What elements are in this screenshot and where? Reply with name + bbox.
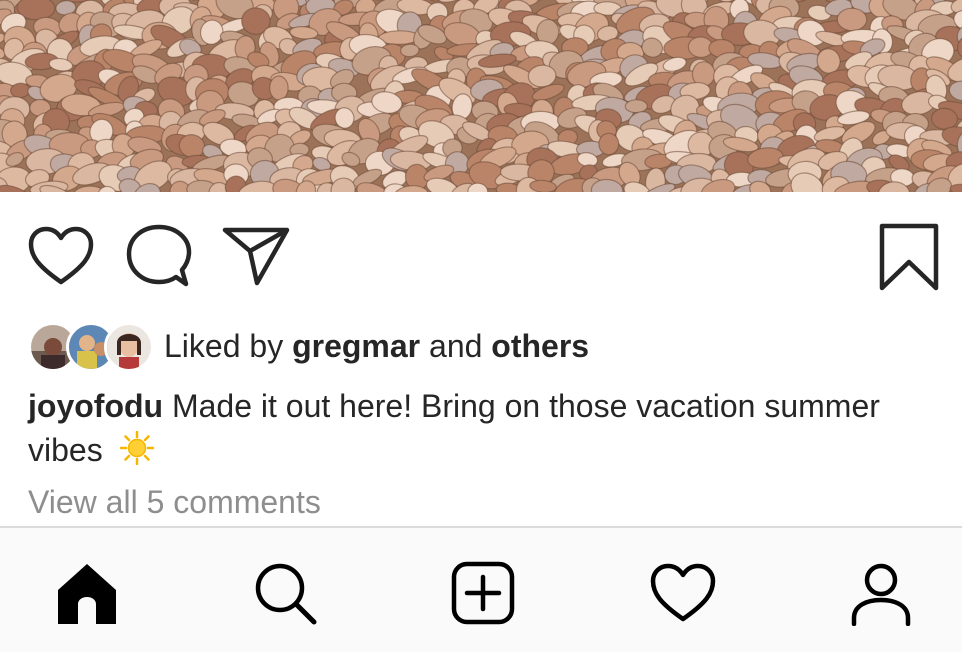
pebble bbox=[598, 132, 620, 156]
nav-activity[interactable] bbox=[648, 558, 718, 628]
nav-new-post[interactable] bbox=[448, 558, 518, 628]
paper-plane-icon[interactable] bbox=[222, 226, 290, 286]
liker-avatars[interactable] bbox=[28, 320, 154, 372]
likes-joiner: and bbox=[429, 327, 483, 364]
profile-icon bbox=[851, 563, 911, 626]
pebble bbox=[624, 99, 648, 114]
pebble bbox=[836, 7, 868, 32]
add-post-icon bbox=[451, 561, 515, 625]
likes-summary[interactable]: Liked by gregmar and others bbox=[28, 320, 589, 372]
sun-emoji-icon bbox=[119, 430, 154, 476]
post-photo[interactable] bbox=[0, 0, 962, 192]
likes-others-link[interactable]: others bbox=[491, 328, 589, 364]
heart-outline-icon[interactable] bbox=[28, 226, 94, 286]
comment-bubble-icon[interactable] bbox=[126, 224, 192, 288]
pebble bbox=[269, 75, 289, 101]
nav-search[interactable] bbox=[250, 558, 320, 628]
activity-heart-icon bbox=[650, 563, 716, 622]
likes-text: Liked by gregmar and others bbox=[164, 328, 589, 365]
bottom-navigation bbox=[0, 526, 962, 652]
avatar[interactable] bbox=[104, 322, 154, 372]
home-icon bbox=[58, 564, 116, 624]
view-all-comments-link[interactable]: View all 5 comments bbox=[28, 484, 321, 521]
pebbles-photo bbox=[0, 0, 962, 192]
post-actions bbox=[0, 192, 962, 312]
search-icon bbox=[255, 563, 317, 625]
post-caption: joyofodu Made it out here! Bring on thos… bbox=[28, 384, 928, 476]
liker-username[interactable]: gregmar bbox=[292, 328, 420, 364]
nav-home[interactable] bbox=[52, 558, 122, 628]
nav-profile[interactable] bbox=[846, 558, 916, 628]
bookmark-icon[interactable] bbox=[878, 222, 940, 292]
likes-prefix: Liked by bbox=[164, 327, 284, 364]
caption-username[interactable]: joyofodu bbox=[28, 388, 163, 424]
